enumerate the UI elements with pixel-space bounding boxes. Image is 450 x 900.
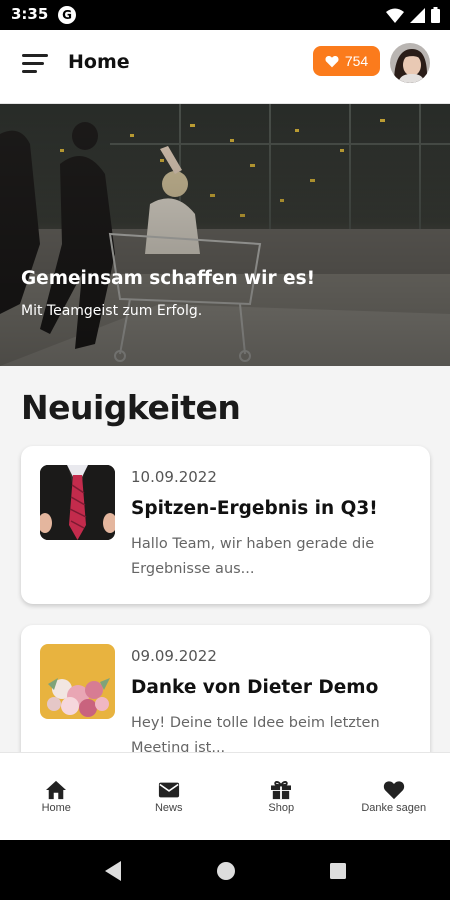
nav-label: Danke sagen xyxy=(361,802,427,814)
news-excerpt: Hallo Team, wir haben gerade die Ergebni… xyxy=(131,532,411,582)
suit-tie-image xyxy=(40,465,115,540)
hero-title: Gemeinsam schaffen wir es! xyxy=(21,268,316,289)
nav-item-shop[interactable]: Shop xyxy=(225,753,338,840)
points-count: 754 xyxy=(344,53,369,69)
battery-icon xyxy=(431,7,440,23)
news-excerpt-line: Ergebnisse aus... xyxy=(131,561,255,577)
app-bar: Home 754 xyxy=(0,30,450,104)
system-navigation-bar xyxy=(0,840,450,900)
news-excerpt-line: Hey! Deine tolle Idee beim letzten xyxy=(131,715,380,731)
menu-line xyxy=(22,62,44,65)
nav-item-news[interactable]: News xyxy=(113,753,226,840)
news-card[interactable]: 10.09.2022 Spitzen-Ergebnis in Q3! Hallo… xyxy=(21,446,430,604)
menu-line xyxy=(22,70,37,73)
home-button-icon[interactable] xyxy=(216,861,236,881)
news-title: Danke von Dieter Demo xyxy=(131,677,379,698)
gift-icon xyxy=(271,781,292,800)
hero-image xyxy=(0,104,450,366)
envelope-icon xyxy=(158,782,179,798)
avatar-image xyxy=(390,43,430,83)
menu-button[interactable] xyxy=(22,52,48,74)
nav-item-home[interactable]: Home xyxy=(0,753,113,840)
status-time: 3:35 xyxy=(11,5,49,23)
back-icon[interactable] xyxy=(103,860,123,882)
hero-banner[interactable]: Gemeinsam schaffen wir es! Mit Teamgeist… xyxy=(0,104,450,366)
home-icon xyxy=(46,780,67,800)
heart-icon xyxy=(383,781,404,800)
news-thumbnail xyxy=(40,465,115,540)
nav-item-danke-sagen[interactable]: Danke sagen xyxy=(338,753,450,840)
news-date: 09.09.2022 xyxy=(131,647,217,665)
flowers-image xyxy=(40,644,115,719)
section-title-news: Neuigkeiten xyxy=(21,388,241,427)
menu-line xyxy=(22,54,48,57)
nav-label: Shop xyxy=(268,802,295,814)
signal-icon xyxy=(410,7,425,23)
nav-label: Home xyxy=(41,802,71,814)
nav-label: News xyxy=(154,802,183,814)
wifi-icon xyxy=(386,8,404,23)
points-badge[interactable]: 754 xyxy=(313,46,380,76)
bottom-navigation: Home News Shop Danke sagen xyxy=(0,752,450,840)
status-icons xyxy=(386,6,440,24)
status-bar: 3:35 G xyxy=(0,0,450,30)
recents-icon[interactable] xyxy=(329,862,347,880)
avatar[interactable] xyxy=(390,43,430,83)
news-date: 10.09.2022 xyxy=(131,468,217,486)
news-title: Spitzen-Ergebnis in Q3! xyxy=(131,498,378,519)
page-title: Home xyxy=(68,51,130,73)
news-thumbnail xyxy=(40,644,115,719)
hero-subtitle: Mit Teamgeist zum Erfolg. xyxy=(21,303,203,319)
news-excerpt-line: Hallo Team, wir haben gerade die xyxy=(131,536,375,552)
notification-app-icon: G xyxy=(58,6,76,24)
heart-icon xyxy=(325,55,339,67)
